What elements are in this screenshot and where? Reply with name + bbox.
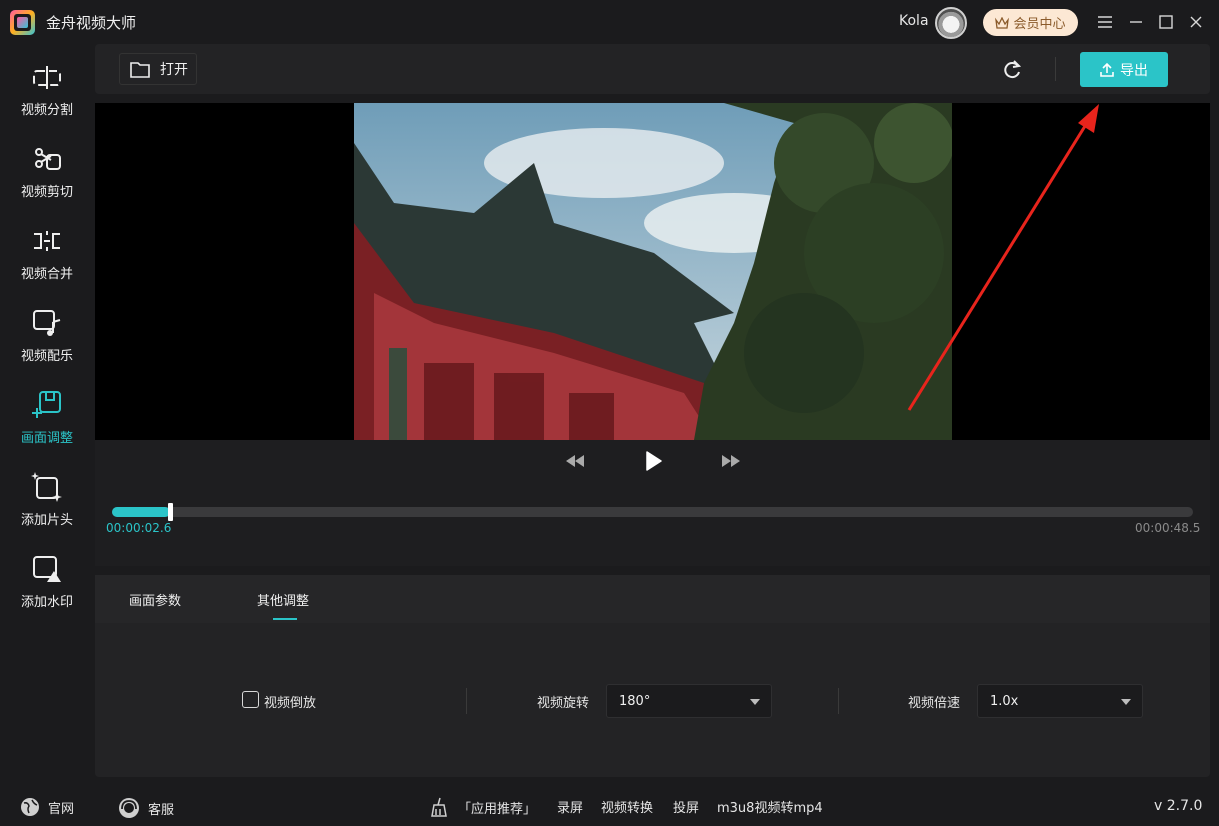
footer-link-convert[interactable]: 视频转换 xyxy=(601,797,653,816)
vip-center-button[interactable]: 会员中心 xyxy=(983,9,1078,36)
app-logo-icon xyxy=(10,10,35,35)
rotate-label: 视频旋转 xyxy=(537,696,590,711)
tabs-bar: 画面参数 其他调整 xyxy=(95,575,1210,623)
app-title: 金舟视频大师 xyxy=(46,14,137,32)
export-button-label: 导出 xyxy=(1120,62,1148,79)
tab-picture-params[interactable]: 画面参数 xyxy=(129,590,181,609)
reverse-checkbox[interactable] xyxy=(242,691,259,708)
sidebar-item-label: 视频剪切 xyxy=(20,185,73,200)
toolbar-divider xyxy=(1055,57,1056,81)
recommend-label: 「应用推荐」 xyxy=(458,801,537,817)
scissors-icon xyxy=(35,148,61,170)
progress-fill xyxy=(112,507,171,517)
watermark-icon xyxy=(33,556,61,582)
crown-icon xyxy=(995,16,1010,29)
sidebar-item-intro[interactable]: 添加片头 xyxy=(0,454,94,536)
website-link[interactable]: 官网 xyxy=(20,797,74,817)
globe-icon xyxy=(21,798,39,816)
toolbar: 打开 导出 xyxy=(95,44,1210,94)
user-name[interactable]: Kola xyxy=(899,13,929,29)
sidebar-item-adjust[interactable]: 画面调整 xyxy=(0,372,94,454)
menu-icon[interactable] xyxy=(1093,10,1117,34)
service-label: 客服 xyxy=(148,802,175,818)
sidebar-item-label: 添加水印 xyxy=(20,595,73,610)
refresh-icon[interactable] xyxy=(1000,58,1024,82)
open-button-label: 打开 xyxy=(160,62,188,78)
sidebar-item-label: 视频合并 xyxy=(20,267,73,282)
reverse-label[interactable]: 视频倒放 xyxy=(264,692,316,711)
chevron-down-icon xyxy=(750,699,760,705)
sidebar-item-merge[interactable]: 视频合并 xyxy=(0,208,94,290)
footer-link-m3u8[interactable]: m3u8视频转mp4 xyxy=(717,797,823,816)
sidebar-item-label: 视频配乐 xyxy=(20,349,73,364)
close-icon[interactable] xyxy=(1184,10,1208,34)
sidebar-item-label: 视频分割 xyxy=(20,103,73,118)
total-time: 00:00:48.5 xyxy=(1135,521,1201,535)
sidebar-item-cut[interactable]: 视频剪切 xyxy=(0,126,94,208)
progress-bar[interactable] xyxy=(112,503,1193,521)
video-frame xyxy=(354,103,952,440)
export-button[interactable]: 导出 xyxy=(1080,52,1168,87)
tab-other-adjust[interactable]: 其他调整 xyxy=(257,590,309,609)
rotate-value: 180° xyxy=(619,693,651,709)
current-time: 00:00:02.6 xyxy=(106,521,172,535)
speed-label: 视频倍速 xyxy=(908,696,961,711)
app-version: v 2.7.0 xyxy=(1154,798,1203,814)
options-row: 视频倒放 视频旋转 180° 视频倍速 1.0x xyxy=(95,683,1210,719)
recommend-link[interactable]: 「应用推荐」 xyxy=(428,797,536,817)
video-player[interactable] xyxy=(95,103,1210,440)
service-link[interactable]: 客服 xyxy=(118,797,174,819)
split-icon xyxy=(33,66,61,89)
speed-select[interactable]: 1.0x xyxy=(977,684,1143,718)
website-label: 官网 xyxy=(48,801,75,817)
avatar[interactable] xyxy=(935,7,967,39)
fast-forward-icon[interactable] xyxy=(721,450,741,472)
option-divider xyxy=(838,688,839,714)
sidebar-item-music[interactable]: 视频配乐 xyxy=(0,290,94,372)
progress-handle[interactable] xyxy=(168,503,174,521)
sidebar-item-label: 添加片头 xyxy=(20,513,73,528)
footer-link-record[interactable]: 录屏 xyxy=(557,797,583,816)
rewind-icon[interactable] xyxy=(565,450,585,472)
maximize-icon[interactable] xyxy=(1154,10,1178,34)
rotate-select[interactable]: 180° xyxy=(606,684,772,718)
folder-icon xyxy=(130,61,150,78)
sidebar-item-watermark[interactable]: 添加水印 xyxy=(0,536,94,618)
footer-link-cast[interactable]: 投屏 xyxy=(673,797,699,816)
speed-value: 1.0x xyxy=(990,693,1019,709)
option-divider xyxy=(466,688,467,714)
playback-controls: 00:00:02.6 00:00:48.5 xyxy=(95,440,1210,566)
vip-center-label: 会员中心 xyxy=(1013,17,1066,32)
intro-icon xyxy=(31,472,62,502)
sidebar-item-split[interactable]: 视频分割 xyxy=(0,44,94,126)
adjust-panel: 画面参数 其他调整 视频倒放 视频旋转 180° 视频倍速 1.0x xyxy=(95,575,1210,777)
music-icon xyxy=(33,310,61,336)
title-bar: 金舟视频大师 Kola 会员中心 xyxy=(0,0,1219,44)
minimize-icon[interactable] xyxy=(1124,10,1148,34)
sidebar-item-label: 画面调整 xyxy=(20,431,73,446)
chevron-down-icon xyxy=(1121,699,1131,705)
upload-icon xyxy=(1100,62,1114,77)
adjust-icon xyxy=(32,391,61,418)
play-icon[interactable] xyxy=(645,450,663,472)
active-tab-indicator xyxy=(273,618,297,620)
headset-icon xyxy=(119,798,139,818)
open-button[interactable]: 打开 xyxy=(119,53,197,85)
merge-icon xyxy=(34,231,60,251)
broom-icon xyxy=(431,797,447,817)
footer: 官网 客服 「应用推荐」 录屏 视频转换 投屏 m3u8视频转mp4 v 2.7… xyxy=(0,785,1219,826)
